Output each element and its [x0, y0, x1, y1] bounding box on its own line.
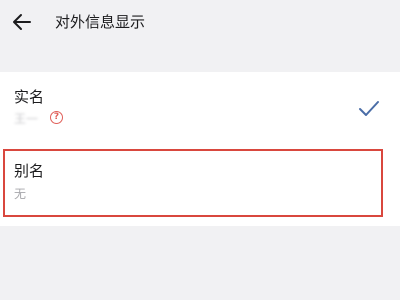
arrow-left-icon	[13, 14, 31, 30]
page-title: 对外信息显示	[55, 13, 146, 31]
alias-value: 无	[14, 187, 27, 201]
real-name-label: 实名	[14, 88, 45, 106]
real-name-value: 王一	[14, 112, 39, 126]
question-circle-icon[interactable]: ?	[50, 111, 63, 124]
alias-label: 别名	[14, 162, 45, 180]
highlight-frame	[3, 149, 383, 217]
option-real-name[interactable]: 实名 王一 ?	[0, 72, 400, 144]
display-options-list: 实名 王一 ? 别名 无	[0, 72, 400, 226]
option-alias[interactable]: 别名 无	[0, 147, 400, 217]
back-button[interactable]	[10, 10, 34, 34]
checkmark-icon	[359, 101, 379, 116]
top-bar: 对外信息显示	[0, 0, 400, 46]
